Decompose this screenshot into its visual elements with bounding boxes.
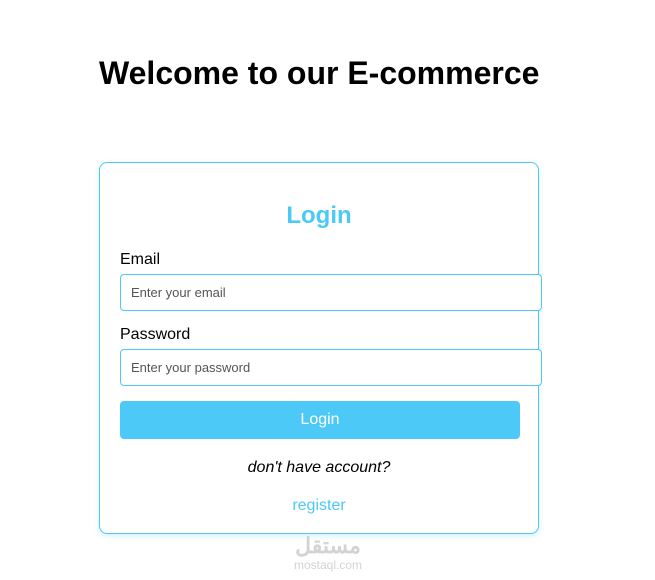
password-label: Password bbox=[120, 326, 191, 343]
email-label: Email bbox=[120, 251, 161, 268]
register-link[interactable]: register bbox=[100, 496, 538, 516]
watermark-logo-text: مستقل bbox=[295, 533, 361, 558]
email-field[interactable] bbox=[120, 274, 542, 311]
watermark-text: mostaql.com bbox=[293, 558, 363, 572]
no-account-text: don't have account? bbox=[247, 459, 391, 476]
login-card: Login Email Password Login don't have ac… bbox=[99, 162, 542, 534]
watermark-logo: مستقل mostaql.com bbox=[278, 533, 378, 573]
page-title: Welcome to our E-commerce bbox=[99, 55, 540, 91]
login-heading: Login bbox=[286, 202, 352, 229]
login-button[interactable]: Login bbox=[120, 401, 520, 439]
password-field[interactable] bbox=[120, 349, 542, 386]
page: Welcome to our E-commerce Login Email Pa… bbox=[0, 0, 655, 580]
